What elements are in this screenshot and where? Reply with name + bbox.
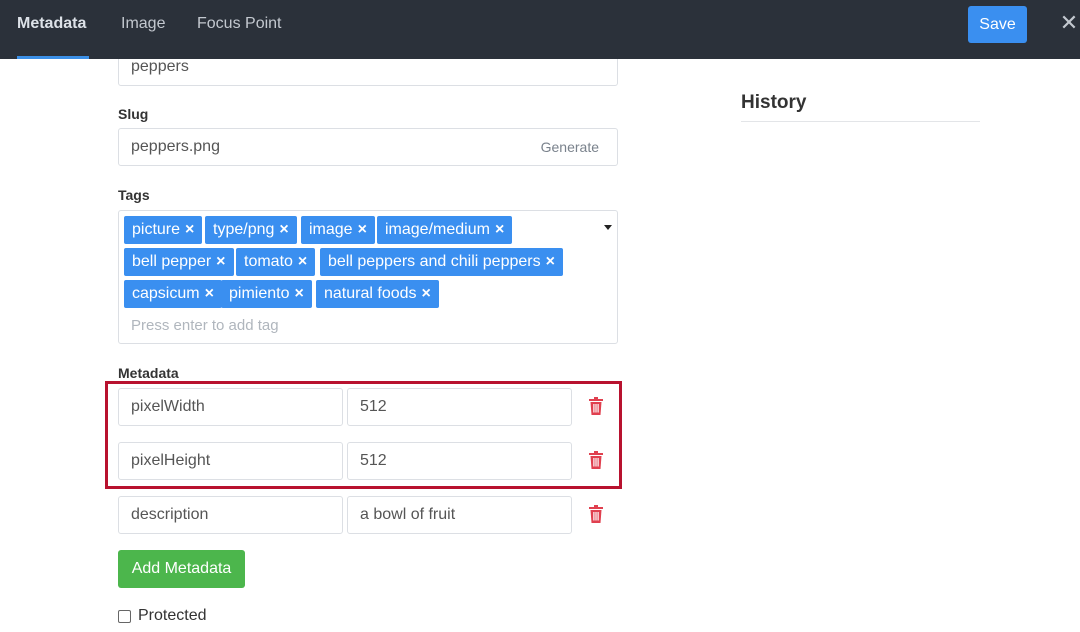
remove-tag-icon[interactable]: × xyxy=(279,221,288,238)
tag-label: capsicum xyxy=(132,285,200,302)
tag-chip: capsicum × xyxy=(124,280,222,308)
slug-label: Slug xyxy=(118,106,149,122)
highlight-box xyxy=(105,381,622,489)
tag-chip: bell pepper × xyxy=(124,248,234,276)
tag-label: tomato xyxy=(244,253,293,270)
add-metadata-button[interactable]: Add Metadata xyxy=(118,550,245,588)
tags-input[interactable]: picture × type/png × image × image/medium × … xyxy=(118,210,618,344)
tag-label: natural foods xyxy=(324,285,417,302)
tag-chip: picture × xyxy=(124,216,203,244)
metadata-key-value: description xyxy=(131,506,209,523)
tag-chip: type/png × xyxy=(205,216,297,244)
tags-label: Tags xyxy=(118,187,150,203)
close-icon[interactable]: ✕ xyxy=(1058,8,1080,38)
generate-button[interactable]: Generate xyxy=(541,129,599,165)
tab-focus-point[interactable]: Focus Point xyxy=(197,0,281,59)
remove-tag-icon[interactable]: × xyxy=(495,221,504,238)
history-divider xyxy=(741,121,980,122)
caret-down-icon[interactable] xyxy=(604,225,612,230)
metadata-label: Metadata xyxy=(118,365,179,381)
tag-label: image xyxy=(309,221,353,238)
remove-tag-icon[interactable]: × xyxy=(358,221,367,238)
metadata-value-field[interactable]: a bowl of fruit xyxy=(347,496,572,534)
slug-field[interactable]: peppers.png Generate xyxy=(118,128,618,166)
remove-tag-icon[interactable]: × xyxy=(546,253,555,270)
tags-placeholder: Press enter to add tag xyxy=(131,317,279,334)
tag-chip: pimiento × xyxy=(221,280,312,308)
trash-icon[interactable] xyxy=(588,505,604,523)
history-title: History xyxy=(741,92,807,113)
slug-value: peppers.png xyxy=(131,138,220,155)
remove-tag-icon[interactable]: × xyxy=(298,253,307,270)
name-field-value: peppers xyxy=(131,58,189,75)
tag-label: picture xyxy=(132,221,181,238)
tag-chip: tomato × xyxy=(236,248,316,276)
top-bar: Metadata Image Focus Point Save ✕ xyxy=(0,0,1080,59)
tag-label: type/png xyxy=(213,221,275,238)
tag-label: image/medium xyxy=(385,221,490,238)
protected-label: Protected xyxy=(138,607,207,624)
tag-label: bell pepper xyxy=(132,253,212,270)
tag-chip: natural foods × xyxy=(316,280,439,308)
metadata-value: a bowl of fruit xyxy=(360,506,456,523)
remove-tag-icon[interactable]: × xyxy=(185,221,194,238)
tag-chip: image × xyxy=(301,216,375,244)
save-button[interactable]: Save xyxy=(968,6,1027,43)
tab-metadata[interactable]: Metadata xyxy=(17,0,89,59)
tag-label: bell peppers and chili peppers xyxy=(328,253,541,270)
remove-tag-icon[interactable]: × xyxy=(216,253,225,270)
remove-tag-icon[interactable]: × xyxy=(205,285,214,302)
remove-tag-icon[interactable]: × xyxy=(422,285,431,302)
tag-chip: image/medium × xyxy=(377,216,513,244)
tab-image[interactable]: Image xyxy=(121,0,165,59)
metadata-key-field[interactable]: description xyxy=(118,496,343,534)
remove-tag-icon[interactable]: × xyxy=(294,285,303,302)
tag-label: pimiento xyxy=(229,285,290,302)
tag-chip: bell peppers and chili peppers × xyxy=(320,248,563,276)
protected-checkbox[interactable] xyxy=(118,610,131,623)
